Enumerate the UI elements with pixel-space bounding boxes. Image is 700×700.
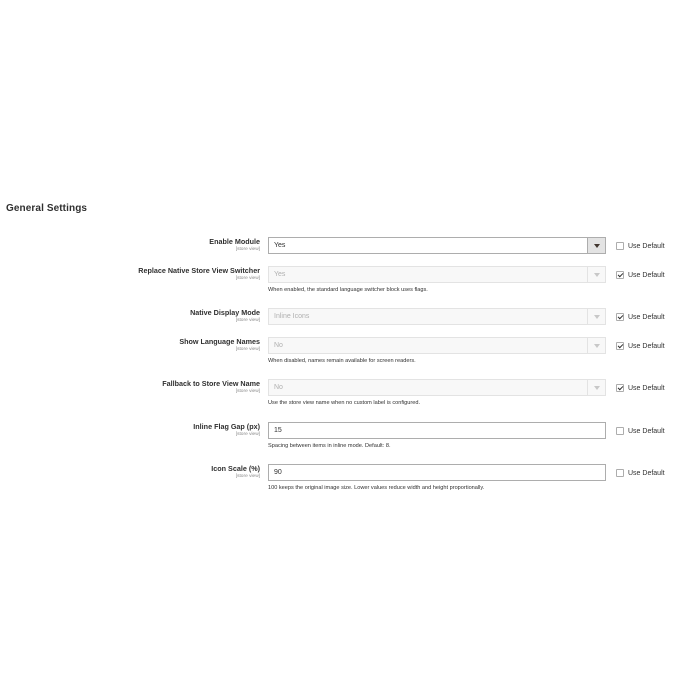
chevron-down-icon (587, 338, 605, 353)
use-default-toggle[interactable]: Use Default (616, 341, 665, 351)
field-label: Enable Module (209, 237, 260, 246)
replace-native-switcher-select[interactable]: Yes (268, 266, 606, 283)
input-value: 90 (274, 469, 282, 476)
field-label-group: Show Language Names [store view] (0, 337, 260, 353)
enable-module-select[interactable]: Yes (268, 237, 606, 254)
show-language-names-select[interactable]: No (268, 337, 606, 354)
chevron-down-icon[interactable] (587, 238, 605, 253)
field-label-group: Replace Native Store View Switcher [stor… (0, 266, 260, 282)
use-default-label: Use Default (628, 242, 665, 250)
input-value: 15 (274, 427, 282, 434)
field-label: Inline Flag Gap (px) (193, 422, 260, 431)
scope-label: [store view] (235, 347, 260, 352)
field-note: Use the store view name when no custom l… (268, 400, 421, 406)
use-default-label: Use Default (628, 313, 665, 321)
use-default-label: Use Default (628, 384, 665, 392)
native-display-mode-select[interactable]: Inline Icons (268, 308, 606, 325)
use-default-checkbox[interactable] (616, 427, 624, 435)
use-default-label: Use Default (628, 342, 665, 350)
chevron-down-icon (587, 267, 605, 282)
use-default-toggle[interactable]: Use Default (616, 426, 665, 436)
use-default-checkbox[interactable] (616, 384, 624, 392)
field-label: Show Language Names (179, 337, 260, 346)
field-label: Replace Native Store View Switcher (138, 266, 260, 275)
use-default-checkbox[interactable] (616, 242, 624, 250)
select-value: Yes (274, 242, 286, 249)
scope-label: [store view] (235, 247, 260, 252)
field-note: When disabled, names remain available fo… (268, 358, 416, 364)
scope-label: [store view] (235, 474, 260, 479)
field-label-group: Enable Module [store view] (0, 237, 260, 253)
select-value: No (274, 342, 283, 349)
field-label: Fallback to Store View Name (162, 379, 260, 388)
use-default-toggle[interactable]: Use Default (616, 468, 665, 478)
field-label-group: Native Display Mode [store view] (0, 308, 260, 324)
field-label-group: Inline Flag Gap (px) [store view] (0, 422, 260, 438)
scope-label: [store view] (235, 276, 260, 281)
icon-scale-input[interactable]: 90 (268, 464, 606, 481)
chevron-down-icon (587, 309, 605, 324)
field-note: 100 keeps the original image size. Lower… (268, 485, 485, 491)
use-default-label: Use Default (628, 271, 665, 279)
use-default-toggle[interactable]: Use Default (616, 270, 665, 280)
field-label: Icon Scale (%) (211, 464, 260, 473)
chevron-down-icon (587, 380, 605, 395)
field-label-group: Fallback to Store View Name [store view] (0, 379, 260, 395)
use-default-toggle[interactable]: Use Default (616, 241, 665, 251)
use-default-toggle[interactable]: Use Default (616, 383, 665, 393)
field-label-group: Icon Scale (%) [store view] (0, 464, 260, 480)
inline-flag-gap-input[interactable]: 15 (268, 422, 606, 439)
use-default-label: Use Default (628, 469, 665, 477)
select-value: No (274, 384, 283, 391)
scope-label: [store view] (235, 389, 260, 394)
use-default-checkbox[interactable] (616, 271, 624, 279)
field-note: Spacing between items in inline mode. De… (268, 443, 391, 449)
select-value: Inline Icons (274, 313, 310, 320)
field-label: Native Display Mode (190, 308, 260, 317)
fallback-store-view-name-select[interactable]: No (268, 379, 606, 396)
use-default-checkbox[interactable] (616, 469, 624, 477)
select-value: Yes (274, 271, 286, 278)
scope-label: [store view] (235, 318, 260, 323)
scope-label: [store view] (235, 432, 260, 437)
use-default-checkbox[interactable] (616, 342, 624, 350)
use-default-label: Use Default (628, 427, 665, 435)
field-note: When enabled, the standard language swit… (268, 287, 428, 293)
section-title: General Settings (6, 203, 88, 214)
use-default-toggle[interactable]: Use Default (616, 312, 665, 322)
use-default-checkbox[interactable] (616, 313, 624, 321)
